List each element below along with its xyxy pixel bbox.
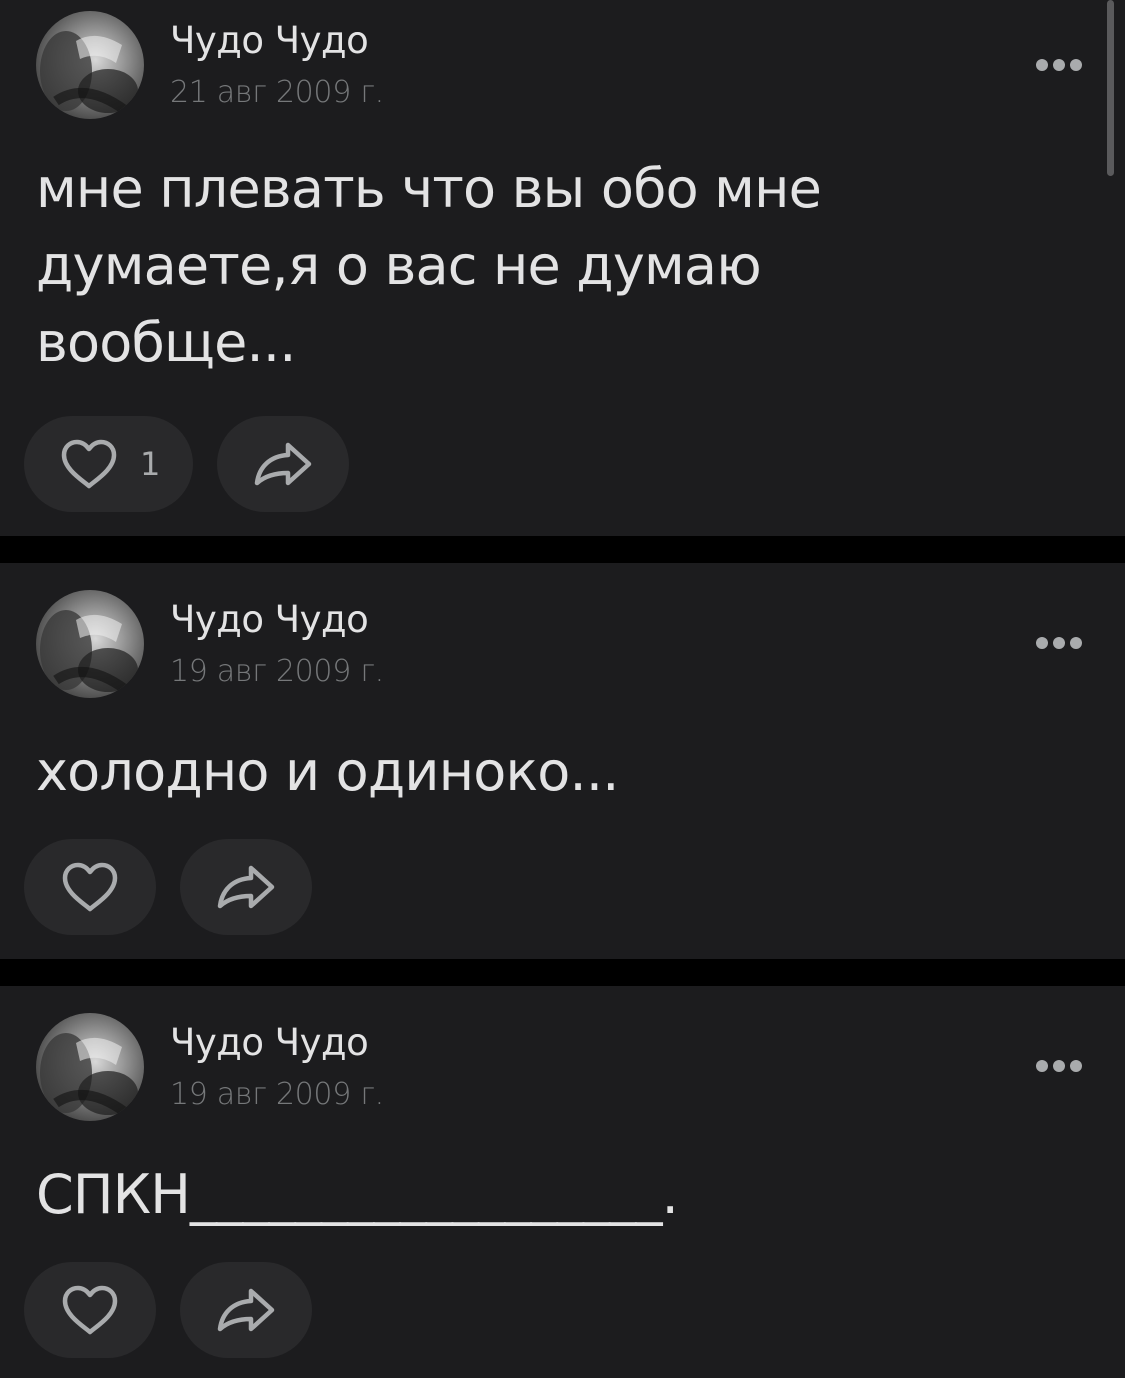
share-button[interactable] bbox=[180, 839, 312, 935]
share-arrow-icon bbox=[217, 1288, 275, 1332]
share-arrow-icon bbox=[254, 442, 312, 486]
post-text-line: вообще... bbox=[36, 311, 296, 374]
like-count: 1 bbox=[140, 445, 161, 483]
heart-icon bbox=[62, 1285, 118, 1335]
share-button[interactable] bbox=[180, 1262, 312, 1358]
like-button[interactable] bbox=[24, 1262, 156, 1358]
post-date: 19 авг 2009 г. bbox=[170, 654, 384, 689]
post-text: холодно и одиноко... bbox=[36, 733, 1076, 810]
post-date: 19 авг 2009 г. bbox=[170, 1077, 384, 1112]
heart-icon bbox=[61, 439, 117, 489]
share-arrow-icon bbox=[217, 865, 275, 909]
avatar[interactable] bbox=[36, 11, 144, 119]
more-dots-icon bbox=[1036, 59, 1048, 71]
more-dots-icon bbox=[1036, 1060, 1048, 1072]
wall-post: Чудо Чудо 21 авг 2009 г. мне плевать что… bbox=[0, 0, 1125, 536]
scrollbar[interactable] bbox=[1107, 0, 1114, 176]
avatar[interactable] bbox=[36, 1013, 144, 1121]
post-text-line: СПКН__________________. bbox=[36, 1163, 679, 1226]
wall-post: Чудо Чудо 19 авг 2009 г. холодно и одино… bbox=[0, 563, 1125, 959]
post-author[interactable]: Чудо Чудо bbox=[170, 19, 369, 62]
post-author[interactable]: Чудо Чудо bbox=[170, 1021, 369, 1064]
post-text-line: мне плевать что вы обо мне bbox=[36, 157, 822, 220]
share-button[interactable] bbox=[217, 416, 349, 512]
more-options-button[interactable] bbox=[1026, 1046, 1092, 1086]
post-date: 21 авг 2009 г. bbox=[170, 75, 384, 110]
like-button[interactable] bbox=[24, 839, 156, 935]
more-options-button[interactable] bbox=[1026, 45, 1092, 85]
post-text: СПКН__________________. bbox=[36, 1156, 1076, 1233]
like-button[interactable]: 1 bbox=[24, 416, 193, 512]
more-dots-icon bbox=[1036, 637, 1048, 649]
avatar[interactable] bbox=[36, 590, 144, 698]
post-text: мне плевать что вы обо мне думаете,я о в… bbox=[36, 150, 1076, 381]
wall-feed[interactable]: Чудо Чудо 21 авг 2009 г. мне плевать что… bbox=[0, 0, 1125, 1378]
post-text-line: думаете,я о вас не думаю bbox=[36, 234, 762, 297]
more-options-button[interactable] bbox=[1026, 623, 1092, 663]
wall-post: Чудо Чудо 19 авг 2009 г. СПКН___________… bbox=[0, 986, 1125, 1378]
post-author[interactable]: Чудо Чудо bbox=[170, 598, 369, 641]
post-text-line: холодно и одиноко... bbox=[36, 740, 619, 803]
heart-icon bbox=[62, 862, 118, 912]
